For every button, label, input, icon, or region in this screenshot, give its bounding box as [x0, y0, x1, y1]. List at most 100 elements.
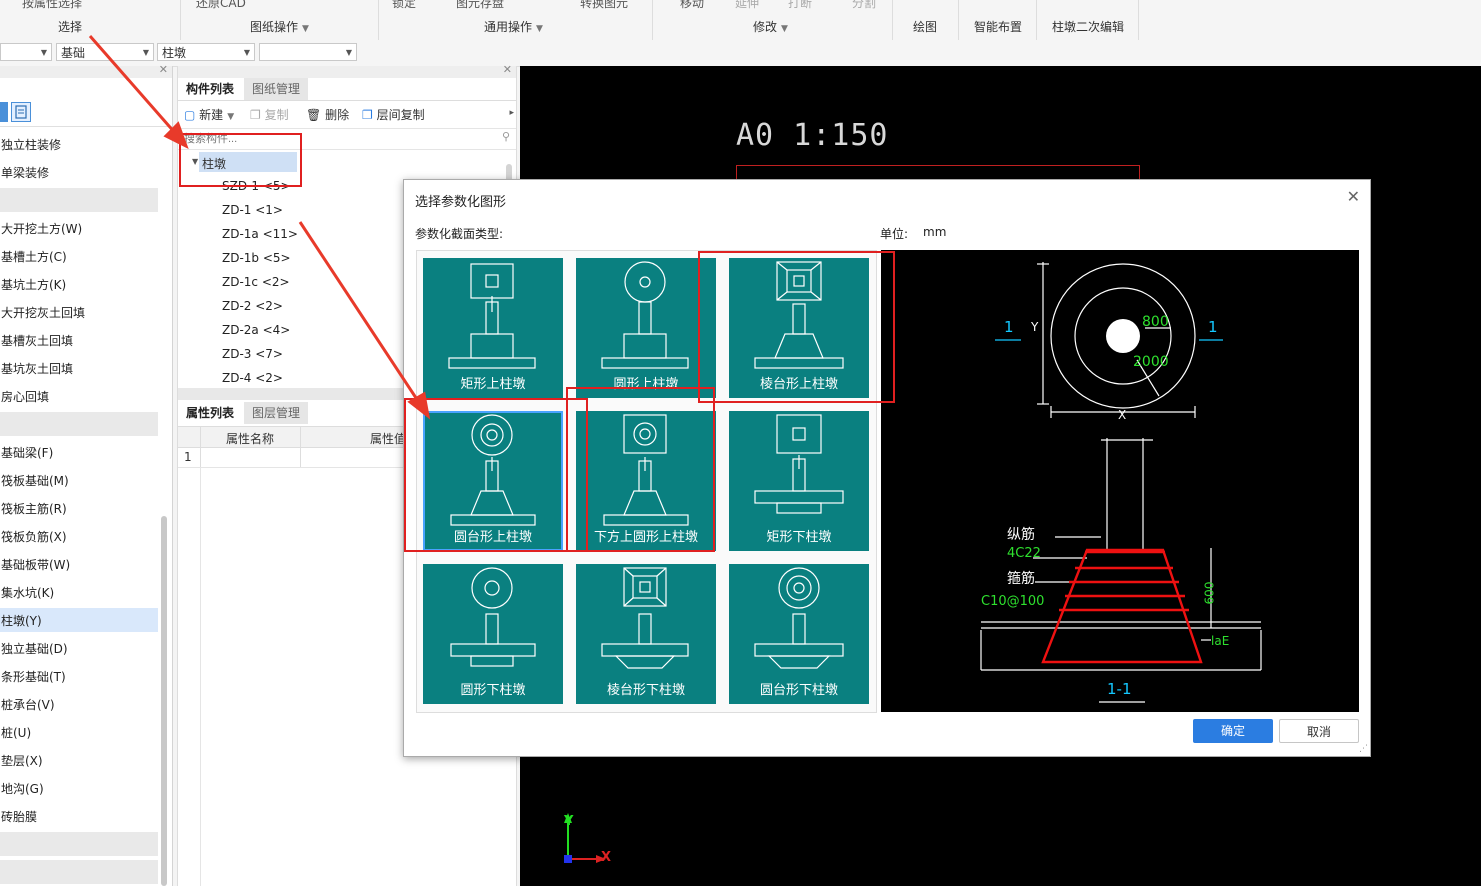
shape-tile-cone-lower[interactable]: 圆台形下柱墩: [729, 564, 869, 704]
chevron-down-icon: ▼: [345, 48, 352, 57]
group-pier-edit[interactable]: 柱墩二次编辑: [1052, 18, 1124, 35]
group-smart-place[interactable]: 智能布置: [974, 18, 1022, 35]
nav-group-header[interactable]: [0, 860, 158, 884]
list-view-icon[interactable]: [0, 102, 8, 122]
nav-item[interactable]: 房心回填: [1, 388, 49, 405]
floor-select[interactable]: ▼: [0, 43, 52, 61]
more-icon[interactable]: ▸: [509, 108, 514, 118]
tree-item[interactable]: ZD-1c <2>: [222, 275, 290, 289]
nav-item[interactable]: 单梁装修: [1, 164, 49, 181]
shape-tile-frustum-lower[interactable]: 棱台形下柱墩: [576, 564, 716, 704]
nav-item[interactable]: 地沟(G): [1, 780, 44, 797]
category-select[interactable]: 基础 ▼: [56, 43, 154, 61]
tab-component-list[interactable]: 构件列表: [178, 78, 243, 100]
column-divider: [300, 447, 301, 467]
axis-y-label: Y: [564, 814, 574, 829]
nav-group-header[interactable]: [0, 188, 158, 212]
group-modify[interactable]: 修改 ▼: [753, 18, 788, 35]
nav-item[interactable]: 基础板带(W): [1, 556, 70, 573]
row-index: 1: [184, 450, 192, 464]
nav-item-pier-selected[interactable]: 柱墩(Y): [1, 612, 42, 629]
shape-tile-circle-upper[interactable]: 圆形上柱墩: [576, 258, 716, 398]
nav-item[interactable]: 大开挖灰土回填: [1, 304, 85, 321]
search-icon[interactable]: ⚲: [502, 130, 510, 143]
group-drawing-ops[interactable]: 图纸操作 ▼: [250, 18, 309, 35]
floor-copy-label: 层间复制: [376, 108, 425, 122]
nav-item[interactable]: 条形基础(T): [1, 668, 66, 685]
tile-label: 圆台形下柱墩: [759, 683, 838, 698]
floor-copy-button[interactable]: ❐ 层间复制: [362, 106, 425, 123]
nav-item[interactable]: 大开挖土方(W): [1, 220, 82, 237]
tree-item[interactable]: ZD-3 <7>: [222, 347, 283, 361]
split-button[interactable]: 分割: [852, 0, 876, 11]
cancel-button[interactable]: 取消: [1279, 719, 1359, 743]
ribbon-divider: [378, 0, 379, 40]
resize-grip-icon[interactable]: ⋰: [1359, 744, 1368, 754]
nav-group-header[interactable]: [0, 832, 158, 856]
tree-item[interactable]: ZD-1a <11>: [222, 227, 298, 241]
break-button[interactable]: 打断: [788, 0, 812, 11]
tree-item[interactable]: ZD-4 <2>: [222, 371, 283, 385]
tree-item[interactable]: ZD-2 <2>: [222, 299, 283, 313]
section-title: 1-1: [1107, 680, 1132, 698]
nav-item[interactable]: 筏板负筋(X): [1, 528, 67, 545]
delete-button[interactable]: 🗑 删除: [306, 106, 349, 123]
chevron-down-icon: ▼: [142, 48, 149, 57]
trash-icon: 🗑: [306, 108, 322, 122]
tab-drawing-manage[interactable]: 图纸管理: [244, 78, 309, 100]
group-common-ops[interactable]: 通用操作 ▼: [484, 18, 543, 35]
new-button[interactable]: ▢ 新建 ▼: [184, 106, 234, 123]
save-element-button[interactable]: 图元存盘: [456, 0, 504, 11]
section-type-label: 参数化截面类型:: [415, 227, 504, 241]
select-by-attr-button[interactable]: 按属性选择: [22, 0, 82, 11]
delete-label: 删除: [325, 108, 350, 122]
nav-item[interactable]: 集水坑(K): [1, 584, 54, 601]
annotation-box: [566, 387, 715, 552]
nav-item[interactable]: 桩承台(V): [1, 696, 55, 713]
shape-tile-rect-lower[interactable]: 矩形下柱墩: [729, 411, 869, 551]
tab-property-list[interactable]: 属性列表: [178, 402, 243, 424]
close-icon[interactable]: ✕: [1347, 187, 1360, 206]
nav-item[interactable]: 基坑土方(K): [1, 276, 66, 293]
shape-tile-rect-upper[interactable]: 矩形上柱墩: [423, 258, 563, 398]
close-icon[interactable]: ✕: [159, 63, 168, 76]
tree-item[interactable]: ZD-2a <4>: [222, 323, 290, 337]
unit-value: mm: [923, 225, 947, 239]
nav-item[interactable]: 独立基础(D): [1, 640, 68, 657]
ok-button[interactable]: 确定: [1193, 719, 1273, 743]
detail-view-icon[interactable]: [11, 102, 31, 122]
close-icon[interactable]: ✕: [503, 63, 512, 76]
nav-item[interactable]: 砖胎膜: [1, 808, 37, 825]
type-select[interactable]: 柱墩 ▼: [157, 43, 255, 61]
nav-item[interactable]: 独立柱装修: [1, 136, 61, 153]
annotation-box: [179, 133, 302, 187]
lock-button[interactable]: 锁定: [392, 0, 416, 11]
copy-button[interactable]: ❐ 复制: [250, 106, 289, 123]
extend-button[interactable]: 延伸: [735, 0, 759, 11]
chevron-down-icon: ▼: [302, 24, 309, 34]
nav-item[interactable]: 筏板基础(M): [1, 472, 69, 489]
nav-item[interactable]: 基槽灰土回填: [1, 332, 73, 349]
move-button[interactable]: 移动: [680, 0, 704, 11]
shape-tile-circle-lower[interactable]: 圆形下柱墩: [423, 564, 563, 704]
nav-item[interactable]: 基槽土方(C): [1, 248, 67, 265]
convert-element-button[interactable]: 转换图元: [580, 0, 628, 11]
tree-item[interactable]: ZD-1b <5>: [222, 251, 291, 265]
tab-layer-manage[interactable]: 图层管理: [244, 402, 309, 424]
instance-select[interactable]: ▼: [259, 43, 357, 61]
new-icon: ▢: [184, 108, 196, 122]
nav-group-header[interactable]: [0, 412, 158, 436]
nav-item[interactable]: 桩(U): [1, 724, 31, 741]
long-rebar-label: 纵筋: [1007, 527, 1035, 543]
nav-item[interactable]: 垫层(X): [1, 752, 43, 769]
restore-cad-button[interactable]: 还原CAD: [196, 0, 246, 11]
nav-item[interactable]: 基坑灰土回填: [1, 360, 73, 377]
nav-item[interactable]: 筏板主筋(R): [1, 500, 67, 517]
group-select: 选择: [58, 20, 83, 34]
scrollbar[interactable]: [161, 516, 167, 886]
tree-item[interactable]: ZD-1 <1>: [222, 203, 283, 217]
group-draw[interactable]: 绘图: [913, 18, 937, 35]
dim-x-label: X: [1118, 408, 1127, 422]
nav-item[interactable]: 基础梁(F): [1, 444, 53, 461]
copy-icon: ❐: [250, 108, 261, 122]
